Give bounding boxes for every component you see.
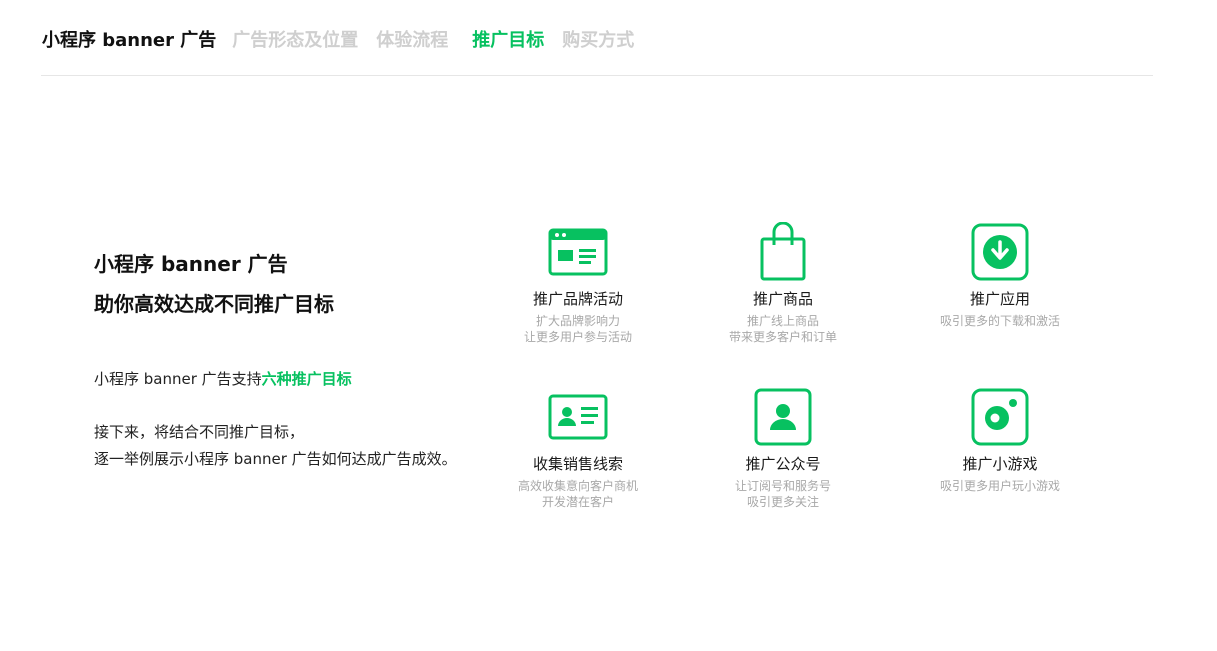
goal-sub-line-1: 让订阅号和服务号 bbox=[734, 479, 831, 493]
goal-sub-line-1: 扩大品牌影响力 bbox=[535, 314, 620, 328]
mini-game-icon bbox=[971, 388, 1029, 446]
goal-mini-game: 推广小游戏 吸引更多用户玩小游戏 bbox=[905, 387, 1095, 494]
nav-title: 小程序 banner 广告 bbox=[42, 30, 217, 51]
shopping-bag-icon bbox=[760, 222, 806, 281]
tab-purchase-methods[interactable]: 购买方式 bbox=[562, 26, 634, 52]
headline-line-2: 助你高效达成不同推广目标 bbox=[94, 292, 334, 316]
goal-app: 推广应用 吸引更多的下载和激活 bbox=[905, 222, 1095, 329]
goal-sub-line-2: 带来更多客户和订单 bbox=[728, 330, 837, 344]
goal-sub-line-1: 推广线上商品 bbox=[746, 314, 819, 328]
tab-ad-format[interactable]: 广告形态及位置 bbox=[232, 26, 358, 52]
goal-title: 推广小游戏 bbox=[962, 455, 1038, 473]
goal-sub-line-1: 吸引更多的下载和激活 bbox=[939, 314, 1060, 328]
user-profile-icon bbox=[754, 388, 812, 446]
goal-sales-leads: 收集销售线索 高效收集意向客户商机 开发潜在客户 bbox=[483, 387, 673, 510]
goal-official-account: 推广公众号 让订阅号和服务号 吸引更多关注 bbox=[688, 387, 878, 510]
goal-sub-line-2: 开发潜在客户 bbox=[541, 495, 614, 509]
goal-sub-line-2: 吸引更多关注 bbox=[746, 495, 819, 509]
goal-title: 推广公众号 bbox=[745, 455, 821, 473]
goal-title: 推广商品 bbox=[752, 290, 813, 308]
goal-products: 推广商品 推广线上商品 带来更多客户和订单 bbox=[688, 222, 878, 345]
headline-line-1: 小程序 banner 广告 bbox=[94, 252, 288, 276]
goal-sub-line-1: 高效收集意向客户商机 bbox=[517, 479, 638, 493]
goal-title: 推广品牌活动 bbox=[532, 290, 623, 308]
goal-title: 收集销售线索 bbox=[532, 455, 623, 473]
download-icon bbox=[971, 223, 1029, 281]
goal-sub-line-1: 吸引更多用户玩小游戏 bbox=[939, 479, 1060, 493]
support-text: 小程序 banner 广告支持六种推广目标 bbox=[94, 368, 352, 389]
goal-sub-line-2: 让更多用户参与活动 bbox=[523, 330, 632, 344]
top-nav: 小程序 banner 广告 广告形态及位置 体验流程 推广目标 购买方式 bbox=[42, 24, 652, 54]
nav-divider bbox=[41, 75, 1153, 76]
support-prefix: 小程序 banner 广告支持 bbox=[94, 370, 262, 388]
tab-experience-flow[interactable]: 体验流程 bbox=[376, 26, 448, 52]
support-highlight: 六种推广目标 bbox=[261, 370, 352, 388]
goal-title: 推广应用 bbox=[969, 290, 1030, 308]
next-text-line-2: 逐一举例展示小程序 banner 广告如何达成广告成效。 bbox=[94, 450, 457, 468]
goal-brand-activity: 推广品牌活动 扩大品牌影响力 让更多用户参与活动 bbox=[483, 222, 673, 345]
browser-window-icon bbox=[548, 228, 608, 276]
id-card-icon bbox=[548, 394, 608, 440]
tab-promotion-goals[interactable]: 推广目标 bbox=[472, 26, 544, 52]
next-text-line-1: 接下来，将结合不同推广目标， bbox=[94, 423, 305, 441]
